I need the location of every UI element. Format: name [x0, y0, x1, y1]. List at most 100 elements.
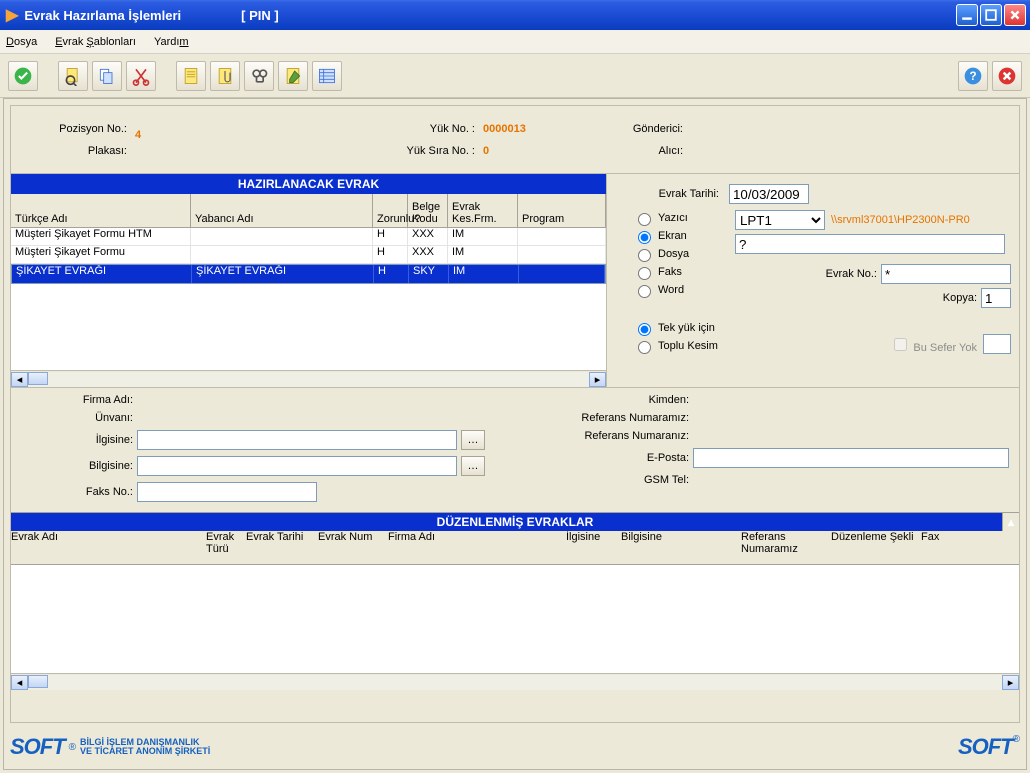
radio-ekran[interactable]: Ekran — [633, 228, 735, 244]
cell: IM — [448, 228, 518, 245]
scroll-left-icon[interactable]: ◂ — [11, 372, 28, 387]
bilgisine-label: Bilgisine: — [21, 460, 133, 472]
attach-button[interactable] — [210, 61, 240, 91]
close-button[interactable] — [1004, 4, 1026, 26]
help-button[interactable]: ? — [958, 61, 988, 91]
grid1-col-belge-kodu[interactable]: Belge Kodu — [408, 194, 448, 227]
ok-button[interactable] — [8, 61, 38, 91]
scroll-thumb[interactable] — [28, 675, 48, 688]
faks-no-input[interactable] — [137, 482, 317, 502]
ekran-input[interactable] — [735, 234, 1005, 254]
eposta-input[interactable] — [693, 448, 1009, 468]
cell: XXX — [408, 228, 448, 245]
scroll-thumb[interactable] — [28, 372, 48, 385]
grid2-title: DÜZENLENMİŞ EVRAKLAR ▴ — [11, 513, 1019, 531]
titlebar: ▶ Evrak Hazırlama İşlemleri [ PIN ] — [0, 0, 1030, 30]
grid2-col-evrak-tarihi[interactable]: Evrak Tarihi — [246, 531, 318, 564]
grid2-col-duzenleme[interactable]: Düzenleme Şekli — [831, 531, 921, 564]
grid2-col-fax[interactable]: Fax — [921, 531, 1019, 564]
title-arrow-icon: ▶ — [6, 5, 18, 25]
radio-word[interactable]: Word — [633, 282, 735, 298]
cut-button[interactable] — [126, 61, 156, 91]
kopya-input[interactable] — [981, 288, 1011, 308]
new-doc-button[interactable] — [176, 61, 206, 91]
cell: Müşteri Şikayet Formu HTM — [11, 228, 191, 245]
cell — [191, 228, 373, 245]
cell: ŞİKAYET EVRAĞI — [12, 265, 192, 283]
ref-numaramiz-label: Referans Numaramız: — [525, 412, 689, 424]
client-area: Pozisyon No.: Plakası: 4 Yük No. : Yük S… — [3, 98, 1027, 770]
cancel-button[interactable] — [992, 61, 1022, 91]
menu-dosya[interactable]: Dosya — [6, 36, 37, 48]
toolbar: ? — [0, 54, 1030, 98]
radio-tek-yuk[interactable]: Tek yük için — [633, 320, 735, 336]
scroll-right-icon[interactable]: ▸ — [1002, 675, 1019, 690]
grid2-col-firma-adi[interactable]: Firma Adı — [388, 531, 566, 564]
radio-faks[interactable]: Faks — [633, 264, 735, 280]
yuk-sira-no-value: 0 — [483, 145, 563, 157]
scroll-up-icon[interactable]: ▴ — [1002, 513, 1019, 531]
ilgisine-lookup-button[interactable]: … — [461, 430, 485, 450]
grid2-col-ilgisine[interactable]: İlgisine — [566, 531, 621, 564]
window-title: Evrak Hazırlama İşlemleri — [24, 8, 181, 23]
table-row[interactable]: Müşteri Şikayet Formu H XXX IM — [11, 246, 606, 264]
scroll-left-icon[interactable]: ◂ — [11, 675, 28, 690]
grid2-col-bilgisine[interactable]: Bilgisine — [621, 531, 741, 564]
evrak-no-input[interactable] — [881, 264, 1011, 284]
grid2-col-evrak-adi[interactable]: Evrak Adı — [11, 531, 206, 564]
grid-hazirlanacak: HAZIRLANACAK EVRAK Türkçe Adı Yabancı Ad… — [11, 174, 607, 387]
radio-label: Yazıcı — [658, 212, 688, 224]
radio-toplu-kesim[interactable]: Toplu Kesim — [633, 338, 735, 354]
bilgisine-input[interactable] — [137, 456, 457, 476]
scroll-track[interactable] — [28, 675, 1002, 690]
scope-radio-group: Tek yük için Toplu Kesim — [633, 320, 735, 354]
ilgisine-input[interactable] — [137, 430, 457, 450]
grid1-col-turkce[interactable]: Türkçe Adı — [11, 194, 191, 227]
scroll-track[interactable] — [28, 372, 589, 387]
grid1-col-yabanci[interactable]: Yabancı Adı — [191, 194, 373, 227]
list-button[interactable] — [312, 61, 342, 91]
grid2-body[interactable] — [11, 565, 1019, 673]
logo-tagline-2: VE TİCARET ANONİM ŞİRKETİ — [80, 747, 210, 756]
grid1-col-evrak-kesfrm[interactable]: Evrak Kes.Frm. — [448, 194, 518, 227]
evrak-tarihi-input[interactable] — [729, 184, 809, 204]
scroll-right-icon[interactable]: ▸ — [589, 372, 606, 387]
firma-adi-label: Firma Adı: — [21, 394, 133, 406]
printer-path: \\srvml37001\HP2300N-PR0 — [831, 214, 970, 226]
grid2-col-ref-no[interactable]: Referans Numaramız — [741, 531, 831, 564]
radio-yazici[interactable]: Yazıcı — [633, 210, 735, 226]
radio-dosya[interactable]: Dosya — [633, 246, 735, 262]
table-row-selected[interactable]: ŞİKAYET EVRAĞI ŞİKAYET EVRAĞI H SKY IM — [11, 264, 606, 284]
cell: SKY — [409, 265, 449, 283]
table-row[interactable]: Müşteri Şikayet Formu HTM H XXX IM — [11, 228, 606, 246]
grid1-col-zorunlu[interactable]: Zorunlu? — [373, 194, 408, 227]
eposta-label: E-Posta: — [525, 452, 689, 464]
grid2-header: Evrak Adı Evrak Türü Evrak Tarihi Evrak … — [11, 531, 1019, 565]
copy-button[interactable] — [92, 61, 122, 91]
yuk-no-value: 0000013 — [483, 123, 563, 135]
grid1-col-program[interactable]: Program — [518, 194, 606, 227]
bu-sefer-yok-checkbox: Bu Sefer Yok — [890, 335, 977, 354]
unvani-label: Ünvanı: — [21, 412, 133, 424]
grid2-col-evrak-num[interactable]: Evrak Num — [318, 531, 388, 564]
yuk-sira-no-label: Yük Sıra No. : — [407, 145, 479, 157]
grid2-hscroll[interactable]: ◂ ▸ — [11, 673, 1019, 690]
grid-duzenlenmis: DÜZENLENMİŞ EVRAKLAR ▴ Evrak Adı Evrak T… — [11, 512, 1019, 690]
search-button[interactable] — [244, 61, 274, 91]
pozisyon-no-label: Pozisyon No.: — [21, 123, 131, 135]
maximize-button[interactable] — [980, 4, 1002, 26]
menu-evrak-sablonlari[interactable]: Evrak Şablonları — [55, 36, 136, 48]
grid1-hscroll[interactable]: ◂ ▸ — [11, 370, 606, 387]
bilgisine-lookup-button[interactable]: … — [461, 456, 485, 476]
edit-doc-button[interactable] — [278, 61, 308, 91]
window-title-extra: [ PIN ] — [241, 8, 279, 23]
printer-select[interactable]: LPT1 — [735, 210, 825, 230]
preview-button[interactable] — [58, 61, 88, 91]
grid2-col-evrak-turu[interactable]: Evrak Türü — [206, 531, 246, 564]
minimize-button[interactable] — [956, 4, 978, 26]
grid1-body[interactable]: Müşteri Şikayet Formu HTM H XXX IM Müşte… — [11, 228, 606, 370]
cell — [518, 246, 606, 263]
radio-label: Ekran — [658, 230, 687, 242]
cell: H — [374, 265, 409, 283]
menu-yardim[interactable]: Yardım — [154, 36, 189, 48]
